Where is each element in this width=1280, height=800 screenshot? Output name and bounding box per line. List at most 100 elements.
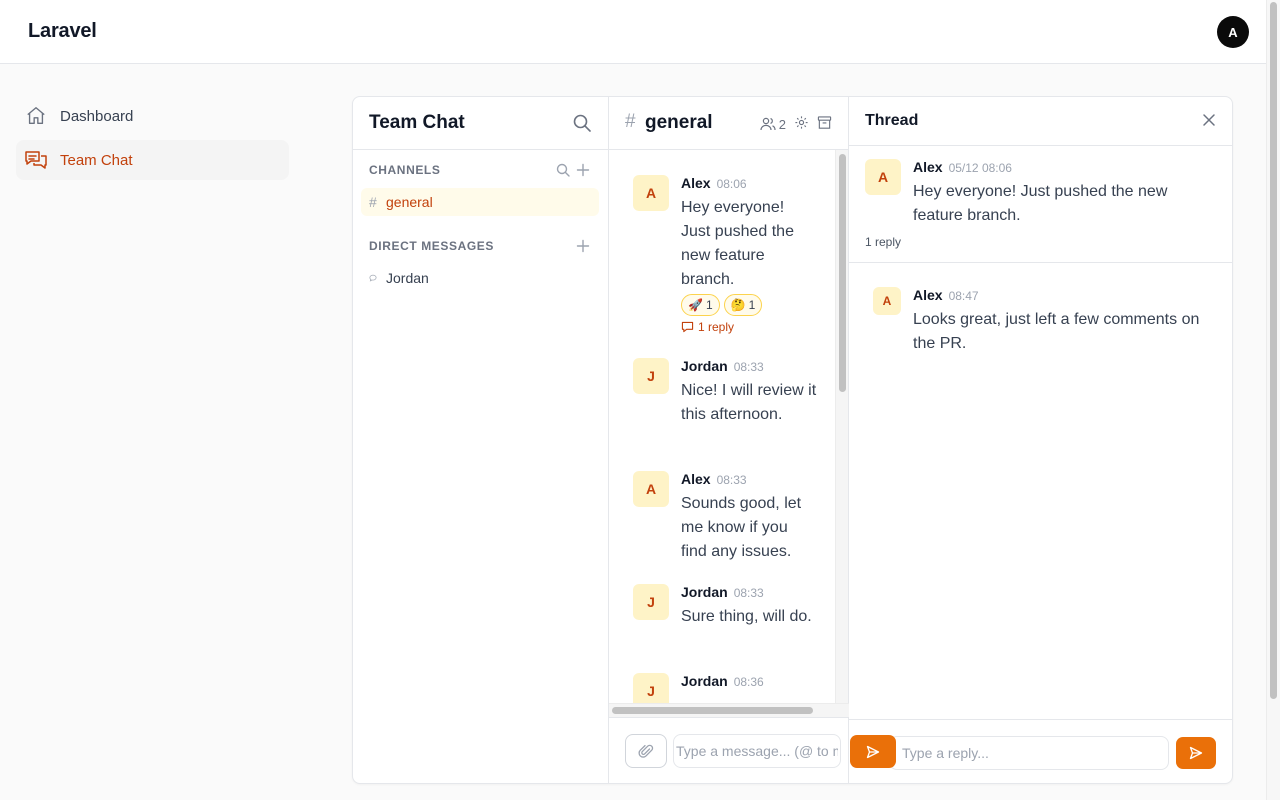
message-time: 08:47 [948,289,979,303]
search-channels-icon[interactable] [556,163,570,182]
thread-panel: Thread A Alex 05/12 08:06 Hey everyone! J… [849,97,1232,783]
author-avatar: J [633,358,669,394]
message-text: Sounds good, let me know if you find any… [681,495,802,560]
dm-section-label: DIRECT MESSAGES [369,239,495,253]
speech-bubble-icon [369,271,377,285]
scrollbar-thumb[interactable] [839,154,846,392]
channel-title: general [645,112,713,133]
author-name: Jordan [681,584,728,600]
dm-section-actions [576,239,590,258]
author-avatar: A [873,287,901,315]
user-avatar[interactable]: A [1217,16,1249,48]
home-icon [24,104,48,128]
author-avatar: J [633,673,669,703]
channel-header: # general 2 [609,97,848,150]
users-icon [760,117,776,131]
channels-panel-header: Team Chat [353,97,608,150]
hash-icon: # [369,194,377,210]
reply-bubble-icon [681,321,694,333]
message-time: 05/12 08:06 [948,161,1012,175]
sidebar-nav: Dashboard Team Chat [16,96,289,184]
add-channel-icon[interactable] [576,163,590,182]
reaction-count: 1 [705,298,713,312]
member-count: 2 [778,116,786,132]
message-time: 08:33 [716,473,747,487]
reaction-count: 1 [748,298,756,312]
add-dm-icon[interactable] [576,239,590,258]
message-text: Hey everyone! Just pushed the new featur… [681,199,794,288]
message-input[interactable] [673,734,841,768]
panel-title: Team Chat [369,112,465,133]
dm-name: Jordan [386,270,429,286]
channels-section-actions [556,163,590,182]
reaction-emoji: 🤔 [730,298,746,312]
dm-item-jordan[interactable]: Jordan [361,264,599,292]
scrollbar-thumb[interactable] [612,707,813,714]
messages-panel: # general 2 A Alex 08:06 Hey everyone! Ju… [609,97,849,783]
thread-composer [849,719,1232,783]
send-icon [1189,746,1203,760]
send-icon [866,745,880,758]
message-time: 08:06 [716,177,747,191]
chat-bubbles-icon [24,148,48,172]
message-header: Alex 08:06 [681,175,747,191]
send-reply-button[interactable] [1176,737,1216,769]
brand-logo[interactable]: Laravel [28,20,97,43]
page-scrollbar[interactable] [1266,0,1280,800]
author-avatar: A [633,471,669,507]
reaction-rocket[interactable]: 🚀 1 [681,294,720,316]
channels-panel: Team Chat CHANNELS # general DIRECT MESS… [353,97,609,783]
thread-reply-input[interactable] [889,736,1169,770]
search-icon[interactable] [572,113,592,138]
message-header: Alex 08:47 [913,287,979,303]
hash-icon: # [625,111,636,132]
thread-reply-link[interactable]: 1 reply [681,320,734,334]
message-list: A Alex 08:06 Hey everyone! Just pushed th… [609,150,835,703]
archive-icon[interactable] [817,115,832,133]
message-header: Alex 05/12 08:06 [913,159,1012,175]
nav-item-label: Team Chat [60,151,133,169]
nav-item-dashboard[interactable]: Dashboard [16,96,289,136]
author-avatar: A [865,159,901,195]
author-name: Alex [681,471,711,487]
message-list-scrollbar[interactable] [835,150,848,703]
reaction-emoji: 🚀 [688,298,703,312]
thread-reply-count: 1 reply [865,235,902,249]
author-avatar: J [633,584,669,620]
nav-item-team-chat[interactable]: Team Chat [16,140,289,180]
message-time: 08:36 [733,675,764,689]
message-composer [609,717,849,783]
message-text: Looks great, just left a few comments on… [913,311,1200,352]
thread-header: Thread [849,97,1232,146]
message-list-horizontal-scrollbar[interactable] [609,703,849,717]
send-message-button[interactable] [850,735,896,768]
message-text: Hey everyone! Just pushed the new featur… [913,183,1168,224]
channels-section-label: CHANNELS [369,163,441,177]
chat-card: Team Chat CHANNELS # general DIRECT MESS… [352,96,1233,784]
gear-icon[interactable] [794,115,809,133]
message-text: Nice! I will review it this afternoon. [681,382,817,423]
close-icon[interactable] [1202,113,1216,132]
channel-header-actions: 2 [760,115,832,133]
page-scrollbar-thumb[interactable] [1270,2,1277,699]
author-name: Jordan [681,358,728,374]
thread-parent-message: A Alex 05/12 08:06 Hey everyone! Just pus… [849,146,1232,263]
message-header: Jordan 08:33 [681,358,764,374]
channel-name: general [386,194,433,210]
members-button[interactable]: 2 [760,117,786,132]
reaction-bar: 🚀 1 🤔 1 [681,294,763,316]
thread-title: Thread [865,112,919,129]
author-name: Jordan [681,673,728,689]
reaction-thinking[interactable]: 🤔 1 [723,294,763,316]
attach-button[interactable] [625,734,667,768]
author-avatar: A [633,175,669,211]
channel-item-general[interactable]: # general [361,188,599,216]
message-time: 08:33 [733,360,764,374]
author-name: Alex [913,287,943,303]
message-time: 08:33 [733,586,764,600]
message-text: Sure thing, will do. [681,608,812,625]
top-bar: Laravel A [0,0,1266,64]
paperclip-icon [638,744,654,758]
author-name: Alex [913,159,943,175]
author-name: Alex [681,175,711,191]
